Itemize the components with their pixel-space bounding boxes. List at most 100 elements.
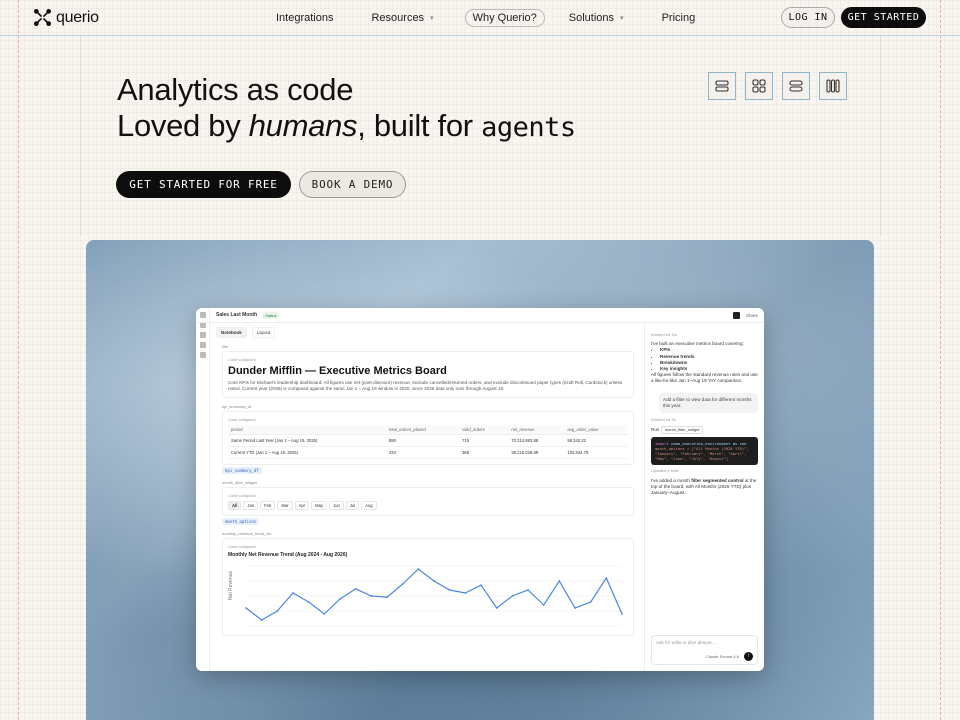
- sidebar-icon[interactable]: [199, 352, 206, 358]
- chart-point: [386, 596, 388, 599]
- notebook-area: title Code collapsed Dunder Mifflin — Ex…: [222, 344, 634, 671]
- send-icon[interactable]: ↑: [744, 652, 753, 661]
- layout-columns-icon: [826, 79, 840, 93]
- table-cell: Same Period Last Year (Jan 1 – Aug 19, 2…: [228, 434, 386, 447]
- nav-link-label: Pricing: [661, 12, 696, 24]
- chart-point: [245, 607, 247, 609]
- table-header: net_revenue: [508, 425, 565, 435]
- table-cell: 434: [385, 446, 460, 459]
- hero-title: Analytics as code Loved by humans, built…: [117, 72, 576, 146]
- toolbar-icon[interactable]: [732, 312, 740, 319]
- code-block: import como_execution_environment as cee…: [651, 437, 758, 466]
- month-option[interactable]: Mar: [277, 501, 293, 510]
- hero-line-2: Loved by humans, built for agents: [117, 108, 576, 146]
- chevron-down-icon: ▾: [620, 15, 624, 22]
- querio-logo-icon: [33, 8, 52, 27]
- hero-line-1: Analytics as code: [117, 72, 354, 107]
- run-chip[interactable]: month_filter_widget: [660, 426, 704, 435]
- chat-reply: I've added a month filter segmented cont…: [651, 478, 758, 497]
- filter-cell[interactable]: Code collapsed All Jan Feb Mar Apr May J…: [222, 487, 634, 516]
- nav-link-integrations[interactable]: Integrations: [276, 12, 333, 24]
- layout-stack-button[interactable]: [708, 72, 736, 100]
- month-option[interactable]: Jul: [345, 501, 360, 510]
- chart-series-line: [245, 568, 623, 621]
- month-option[interactable]: Jan: [243, 501, 259, 510]
- sidebar-icon[interactable]: [199, 332, 206, 338]
- month-option[interactable]: Apr: [294, 501, 310, 510]
- month-filter: All Jan Feb Mar Apr May Jun Jul Aug: [228, 501, 628, 510]
- table-header: period: [228, 425, 386, 435]
- chart-point: [417, 568, 420, 570]
- month-option[interactable]: Jun: [329, 501, 344, 510]
- chart-point: [276, 610, 279, 612]
- table-cell: 715: [459, 434, 509, 447]
- cell-label: kpi_summary_df: [222, 404, 252, 409]
- chat-input[interactable]: Ask for edits or dive deeper... Claude S…: [651, 635, 758, 665]
- tab-notebook[interactable]: Notebook: [216, 327, 247, 338]
- frame-line-left: [80, 36, 81, 236]
- revenue-line-chart: Net Revenue: [228, 565, 623, 627]
- table-cell: 103,834.79: [564, 446, 628, 459]
- month-option[interactable]: All: [228, 501, 242, 510]
- worked-for-label: Worked for 2m: [651, 332, 678, 337]
- month-option[interactable]: Feb: [260, 501, 276, 510]
- get-started-free-button[interactable]: GET STARTED FOR FREE: [116, 171, 291, 198]
- chart-point: [558, 580, 561, 582]
- month-option[interactable]: May: [311, 501, 328, 510]
- chart-point: [511, 595, 514, 597]
- chart-point: [464, 592, 467, 594]
- kpi-table: period total_orders_placed valid_orders …: [228, 425, 628, 459]
- cell-label: monthly_revenue_trend_viz: [222, 531, 272, 536]
- model-selector[interactable]: Claude Sonnet 4.6: [706, 654, 739, 660]
- code-collapsed-label: Code collapsed: [228, 357, 256, 362]
- chat-input-placeholder: Ask for edits or dive deeper...: [656, 640, 716, 645]
- sidebar-icon[interactable]: [199, 342, 206, 348]
- layout-stack-icon: [715, 80, 729, 92]
- app-tabs: Notebook Layout: [216, 327, 276, 338]
- chart-cell[interactable]: Code collapsed Monthly Net Revenue Trend…: [222, 538, 634, 636]
- run-row: Run month_filter_widget: [651, 426, 758, 435]
- nav-get-started-button[interactable]: GET STARTED: [841, 7, 926, 28]
- nav-link-label: Why Querio?: [472, 12, 537, 24]
- chart-point: [527, 589, 529, 591]
- layout-grid-button[interactable]: [745, 72, 773, 100]
- share-button[interactable]: Share: [746, 313, 758, 318]
- app-title: Sales Last Month: [216, 312, 258, 318]
- book-demo-button[interactable]: BOOK A DEMO: [299, 171, 406, 198]
- logo-text: querio: [56, 8, 99, 26]
- variable-chip[interactable]: kpi_summary_df: [222, 467, 262, 474]
- logo[interactable]: querio: [33, 8, 99, 27]
- kpi-cell[interactable]: Code collapsed period total_orders_place…: [222, 411, 634, 465]
- nav-link-label: Solutions: [568, 12, 615, 24]
- title-cell[interactable]: Code collapsed Dunder Mifflin — Executiv…: [222, 351, 634, 398]
- month-option[interactable]: Aug: [361, 501, 377, 510]
- table-cell: 368: [459, 446, 509, 459]
- nav-link-label: Integrations: [276, 12, 334, 24]
- layout-rows-button[interactable]: [782, 72, 810, 100]
- updated-cells-label: Updated 4 cells: [651, 468, 679, 474]
- nav-link-resources[interactable]: Resources ▾: [371, 12, 433, 24]
- nav-link-pricing[interactable]: Pricing: [662, 12, 696, 24]
- tab-layout[interactable]: Layout: [251, 327, 276, 338]
- table-header: total_orders_placed: [385, 425, 460, 435]
- table-row: Same Period Last Year (Jan 1 – Aug 19, 2…: [228, 434, 628, 447]
- code-text: month_options = ["All Months (2026 YTD)"…: [655, 446, 749, 462]
- nav-link-label: Resources: [371, 12, 425, 24]
- variable-chip[interactable]: month_options: [222, 518, 260, 525]
- layout-columns-button[interactable]: [819, 72, 847, 100]
- login-button[interactable]: LOG IN: [781, 7, 835, 28]
- chart-point: [495, 607, 498, 609]
- guide-line-left: [18, 0, 19, 720]
- app-screenshot: Sales Last Month Status Share Notebook L…: [196, 308, 764, 671]
- status-badge[interactable]: Status: [262, 311, 280, 319]
- chart-point: [480, 584, 482, 587]
- chart-title: Monthly Net Revenue Trend (Aug 2024 - Au…: [228, 552, 348, 558]
- chart-point: [401, 583, 404, 585]
- nav-link-why-querio[interactable]: Why Querio?: [464, 9, 545, 27]
- nav-link-solutions[interactable]: Solutions ▾: [569, 12, 624, 24]
- frame-line-right: [880, 36, 881, 236]
- table-header: valid_orders: [459, 425, 509, 435]
- chart-point: [433, 580, 435, 582]
- chat-bullets: KPIs Revenue trends Breakdowns Key insig…: [660, 347, 758, 372]
- table-cell: 98,342.22: [564, 434, 628, 447]
